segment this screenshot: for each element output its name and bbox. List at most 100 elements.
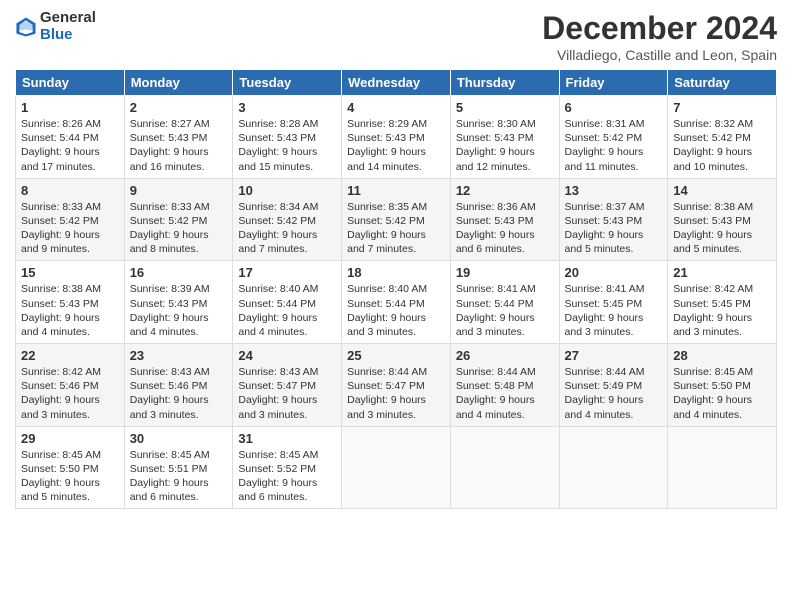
month-title: December 2024: [542, 10, 777, 47]
day-info: Sunrise: 8:43 AM Sunset: 5:46 PM Dayligh…: [130, 365, 228, 422]
day-info: Sunrise: 8:40 AM Sunset: 5:44 PM Dayligh…: [347, 282, 445, 339]
day-info: Sunrise: 8:39 AM Sunset: 5:43 PM Dayligh…: [130, 282, 228, 339]
day-info: Sunrise: 8:40 AM Sunset: 5:44 PM Dayligh…: [238, 282, 336, 339]
week-row-3: 22 Sunrise: 8:42 AM Sunset: 5:46 PM Dayli…: [16, 344, 777, 427]
day-info: Sunrise: 8:33 AM Sunset: 5:42 PM Dayligh…: [21, 200, 119, 257]
cell-3-3: 25 Sunrise: 8:44 AM Sunset: 5:47 PM Dayli…: [342, 344, 451, 427]
day-info: Sunrise: 8:29 AM Sunset: 5:43 PM Dayligh…: [347, 117, 445, 174]
day-info: Sunrise: 8:41 AM Sunset: 5:44 PM Dayligh…: [456, 282, 554, 339]
cell-2-2: 17Sunrise: 8:40 AM Sunset: 5:44 PM Dayli…: [233, 261, 342, 344]
cell-1-4: 12Sunrise: 8:36 AM Sunset: 5:43 PM Dayli…: [450, 178, 559, 261]
day-number: 26: [456, 348, 554, 363]
day-info: Sunrise: 8:34 AM Sunset: 5:42 PM Dayligh…: [238, 200, 336, 257]
day-info: Sunrise: 8:26 AM Sunset: 5:44 PM Dayligh…: [21, 117, 119, 174]
cell-1-2: 10 Sunrise: 8:34 AM Sunset: 5:42 PM Dayli…: [233, 178, 342, 261]
logo-general: General: [40, 10, 96, 27]
day-number: 4: [347, 100, 445, 115]
cell-2-0: 15 Sunrise: 8:38 AM Sunset: 5:43 PM Dayli…: [16, 261, 125, 344]
header-thursday: Thursday: [450, 70, 559, 96]
day-info: Sunrise: 8:28 AM Sunset: 5:43 PM Dayligh…: [238, 117, 336, 174]
cell-4-6: [668, 426, 777, 509]
day-number: 21: [673, 265, 771, 280]
day-number: 25: [347, 348, 445, 363]
header-wednesday: Wednesday: [342, 70, 451, 96]
week-row-0: 1 Sunrise: 8:26 AM Sunset: 5:44 PM Daylig…: [16, 96, 777, 179]
day-info: Sunrise: 8:41 AM Sunset: 5:45 PM Dayligh…: [565, 282, 663, 339]
cell-4-2: 31 Sunrise: 8:45 AM Sunset: 5:52 PM Dayli…: [233, 426, 342, 509]
header-tuesday: Tuesday: [233, 70, 342, 96]
day-number: 30: [130, 431, 228, 446]
day-number: 12: [456, 183, 554, 198]
header-friday: Friday: [559, 70, 668, 96]
cell-4-5: [559, 426, 668, 509]
day-number: 13: [565, 183, 663, 198]
day-info: Sunrise: 8:32 AM Sunset: 5:42 PM Dayligh…: [673, 117, 771, 174]
day-number: 1: [21, 100, 119, 115]
day-info: Sunrise: 8:38 AM Sunset: 5:43 PM Dayligh…: [21, 282, 119, 339]
cell-0-1: 2Sunrise: 8:27 AM Sunset: 5:43 PM Daylig…: [124, 96, 233, 179]
day-number: 3: [238, 100, 336, 115]
header-sunday: Sunday: [16, 70, 125, 96]
cell-0-0: 1 Sunrise: 8:26 AM Sunset: 5:44 PM Daylig…: [16, 96, 125, 179]
day-info: Sunrise: 8:45 AM Sunset: 5:52 PM Dayligh…: [238, 448, 336, 505]
day-number: 28: [673, 348, 771, 363]
day-number: 19: [456, 265, 554, 280]
day-info: Sunrise: 8:45 AM Sunset: 5:50 PM Dayligh…: [673, 365, 771, 422]
day-info: Sunrise: 8:27 AM Sunset: 5:43 PM Dayligh…: [130, 117, 228, 174]
day-number: 6: [565, 100, 663, 115]
header-saturday: Saturday: [668, 70, 777, 96]
cell-3-0: 22 Sunrise: 8:42 AM Sunset: 5:46 PM Dayli…: [16, 344, 125, 427]
day-number: 15: [21, 265, 119, 280]
day-number: 18: [347, 265, 445, 280]
day-info: Sunrise: 8:38 AM Sunset: 5:43 PM Dayligh…: [673, 200, 771, 257]
week-row-4: 29 Sunrise: 8:45 AM Sunset: 5:50 PM Dayli…: [16, 426, 777, 509]
day-number: 31: [238, 431, 336, 446]
cell-0-5: 6 Sunrise: 8:31 AM Sunset: 5:42 PM Daylig…: [559, 96, 668, 179]
cell-2-1: 16 Sunrise: 8:39 AM Sunset: 5:43 PM Dayli…: [124, 261, 233, 344]
day-info: Sunrise: 8:44 AM Sunset: 5:48 PM Dayligh…: [456, 365, 554, 422]
day-info: Sunrise: 8:45 AM Sunset: 5:51 PM Dayligh…: [130, 448, 228, 505]
day-number: 27: [565, 348, 663, 363]
day-info: Sunrise: 8:45 AM Sunset: 5:50 PM Dayligh…: [21, 448, 119, 505]
day-number: 11: [347, 183, 445, 198]
day-number: 24: [238, 348, 336, 363]
day-info: Sunrise: 8:42 AM Sunset: 5:46 PM Dayligh…: [21, 365, 119, 422]
cell-1-6: 14 Sunrise: 8:38 AM Sunset: 5:43 PM Dayli…: [668, 178, 777, 261]
day-number: 10: [238, 183, 336, 198]
day-number: 7: [673, 100, 771, 115]
day-number: 22: [21, 348, 119, 363]
day-info: Sunrise: 8:33 AM Sunset: 5:42 PM Dayligh…: [130, 200, 228, 257]
cell-3-5: 27Sunrise: 8:44 AM Sunset: 5:49 PM Dayli…: [559, 344, 668, 427]
week-row-1: 8Sunrise: 8:33 AM Sunset: 5:42 PM Daylig…: [16, 178, 777, 261]
calendar-table: Sunday Monday Tuesday Wednesday Thursday…: [15, 69, 777, 509]
day-number: 23: [130, 348, 228, 363]
header: General Blue December 2024 Villadiego, C…: [15, 10, 777, 63]
cell-1-0: 8Sunrise: 8:33 AM Sunset: 5:42 PM Daylig…: [16, 178, 125, 261]
calendar-header-row: Sunday Monday Tuesday Wednesday Thursday…: [16, 70, 777, 96]
logo-text: General Blue: [40, 10, 96, 43]
day-number: 29: [21, 431, 119, 446]
cell-1-5: 13 Sunrise: 8:37 AM Sunset: 5:43 PM Dayli…: [559, 178, 668, 261]
cell-3-6: 28 Sunrise: 8:45 AM Sunset: 5:50 PM Dayli…: [668, 344, 777, 427]
header-monday: Monday: [124, 70, 233, 96]
day-info: Sunrise: 8:37 AM Sunset: 5:43 PM Dayligh…: [565, 200, 663, 257]
logo-icon: [15, 16, 37, 38]
day-number: 14: [673, 183, 771, 198]
cell-4-3: [342, 426, 451, 509]
week-row-2: 15 Sunrise: 8:38 AM Sunset: 5:43 PM Dayli…: [16, 261, 777, 344]
cell-3-2: 24 Sunrise: 8:43 AM Sunset: 5:47 PM Dayli…: [233, 344, 342, 427]
cell-1-1: 9Sunrise: 8:33 AM Sunset: 5:42 PM Daylig…: [124, 178, 233, 261]
location: Villadiego, Castille and Leon, Spain: [542, 47, 777, 63]
logo: General Blue: [15, 10, 96, 43]
cell-0-2: 3 Sunrise: 8:28 AM Sunset: 5:43 PM Daylig…: [233, 96, 342, 179]
cell-3-4: 26 Sunrise: 8:44 AM Sunset: 5:48 PM Dayli…: [450, 344, 559, 427]
logo-blue: Blue: [40, 27, 96, 44]
day-info: Sunrise: 8:42 AM Sunset: 5:45 PM Dayligh…: [673, 282, 771, 339]
page-container: General Blue December 2024 Villadiego, C…: [0, 0, 792, 519]
day-info: Sunrise: 8:31 AM Sunset: 5:42 PM Dayligh…: [565, 117, 663, 174]
cell-4-0: 29 Sunrise: 8:45 AM Sunset: 5:50 PM Dayli…: [16, 426, 125, 509]
day-info: Sunrise: 8:43 AM Sunset: 5:47 PM Dayligh…: [238, 365, 336, 422]
cell-2-6: 21 Sunrise: 8:42 AM Sunset: 5:45 PM Dayli…: [668, 261, 777, 344]
day-number: 16: [130, 265, 228, 280]
day-info: Sunrise: 8:44 AM Sunset: 5:47 PM Dayligh…: [347, 365, 445, 422]
